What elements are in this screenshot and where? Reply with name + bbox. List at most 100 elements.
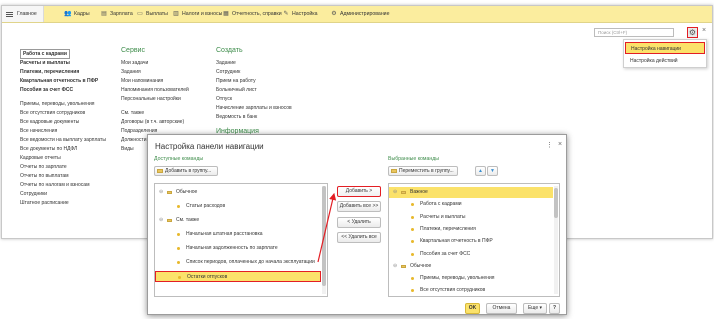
tree-group-row[interactable]: ⊖ Обычное (389, 261, 553, 272)
nav-link[interactable]: Кадровые отчеты (20, 154, 106, 163)
nav-link[interactable]: Все отсутствия сотрудников (20, 109, 106, 118)
nav-link[interactable]: Отчеты по зарплате (20, 163, 106, 172)
nav-link[interactable]: Напоминания пользователей (121, 86, 189, 95)
nav-link[interactable]: Все кадровые документы (20, 118, 106, 127)
move-up-button[interactable]: ▲ (475, 166, 486, 176)
tab-7[interactable]: ✎ Настройка (282, 6, 317, 22)
tree-label: Приемы, переводы, увольнения (420, 275, 495, 282)
scrollbar[interactable] (322, 186, 326, 294)
tab-4[interactable]: ▭ Выплаты (136, 6, 168, 22)
nav-link-bold[interactable]: Пособия за счет ФСС (20, 86, 106, 95)
ok-button[interactable]: OK (465, 303, 480, 314)
tree-item-row[interactable]: Статьи расходов (155, 201, 321, 212)
tree-item-row[interactable]: Начальная задолженность по зарплате (155, 243, 321, 254)
nav-link[interactable]: Отпуск (216, 95, 292, 104)
tree-item-row[interactable]: Приемы, переводы, увольнения (389, 273, 553, 284)
nav-link[interactable]: Все ведомости на выплату зарплаты (20, 136, 106, 145)
more-vertical-icon[interactable]: ⋮ (546, 141, 553, 149)
nav-link[interactable]: Все начисления (20, 127, 106, 136)
tree-item-row[interactable]: Все отсутствия сотрудников (389, 285, 553, 296)
nav-link[interactable]: Больничный лист (216, 86, 292, 95)
report-icon: ▦ (223, 11, 229, 17)
settings-gear-button[interactable]: ⚙ (687, 27, 698, 38)
tree-label: Платежи, перечисления (420, 225, 476, 232)
command-icon (411, 289, 414, 293)
more-actions-button[interactable]: Еще ▾ (523, 303, 547, 314)
nav-link[interactable]: Отчеты по выплатам (20, 172, 106, 181)
gear-icon: ⚙ (331, 11, 337, 17)
nav-link[interactable]: Отчеты по налогам и взносам (20, 181, 106, 190)
nav-link[interactable]: Штатное расписание (20, 199, 106, 208)
tab-3[interactable]: ▤ Зарплата (100, 6, 133, 22)
tree-group-row[interactable]: ⊖ Важное (389, 187, 553, 198)
nav-link[interactable]: Прием на работу (216, 77, 292, 86)
nav-link[interactable]: Приемы, переводы, увольнения (20, 100, 106, 109)
nav-link[interactable]: Ведомость в банк (216, 113, 292, 122)
nav-link[interactable]: Сотрудник (216, 68, 292, 77)
close-icon[interactable]: × (558, 141, 562, 148)
tree-item-row[interactable]: Начальная штатная расстановка (155, 229, 321, 240)
tab-2[interactable]: 👥 Кадры (64, 6, 89, 22)
tree-item-row[interactable]: Пособия за счет ФСС (389, 249, 553, 260)
remove-all-button[interactable]: << Удалить все (337, 232, 381, 243)
tree-item-row[interactable]: Расчеты и выплаты (389, 212, 553, 223)
menu-item-action-settings[interactable]: Настройка действий (625, 55, 705, 67)
nav-link[interactable]: Мои напоминания (121, 77, 189, 86)
nav-link[interactable]: Сотрудники (20, 190, 106, 199)
tree-item-row[interactable]: Работа с кадрами (389, 199, 553, 210)
close-icon[interactable]: × (702, 27, 706, 34)
command-icon (411, 215, 414, 219)
command-icon (177, 261, 180, 264)
cancel-button[interactable]: Отмена (486, 303, 517, 314)
arrow-down-icon: ▼ (490, 168, 495, 174)
tab-1[interactable]: Главное (2, 6, 44, 22)
nav-link-bold[interactable]: Квартальная отчетность в ПФР (20, 77, 106, 86)
selected-commands-list[interactable]: ⊖ Важное Работа с кадрами Расчеты и выплаты… (388, 183, 560, 297)
scrollbar[interactable] (554, 186, 558, 294)
collapse-icon[interactable]: ⊖ (393, 261, 397, 272)
nav-link[interactable]: Начисление зарплаты и взносов (216, 104, 292, 113)
folder-icon (401, 191, 406, 194)
arrow-up-icon: ▲ (478, 168, 483, 174)
tree-item-row[interactable]: Квартальная отчетность в ПФР (389, 236, 553, 247)
add-button[interactable]: Добавить > (337, 186, 381, 197)
tree-label: Работа с кадрами (420, 201, 462, 208)
scroll-thumb[interactable] (322, 186, 326, 286)
tab-8[interactable]: ⚙ Администрирование (330, 6, 389, 22)
help-button[interactable]: ? (549, 303, 560, 314)
nav-link[interactable]: Задание (216, 59, 292, 68)
nav-link[interactable]: Мои задачи (121, 59, 189, 68)
collapse-icon[interactable]: ⊖ (159, 215, 163, 226)
remove-button[interactable]: < Удалить (337, 217, 381, 228)
scroll-thumb[interactable] (554, 188, 558, 218)
collapse-icon[interactable]: ⊖ (159, 187, 163, 198)
tree-item-row[interactable]: Остатки отпусков (155, 271, 321, 282)
command-icon (411, 227, 414, 231)
tree-label: Расчеты и выплаты (420, 213, 466, 220)
menu-item-navigation-settings[interactable]: Настройка навигации (625, 42, 705, 54)
chevron-down-icon: ▾ (539, 305, 543, 311)
move-to-group-button[interactable]: Переместить в группу... (388, 166, 458, 176)
nav-link[interactable]: Все документы по НДФЛ (20, 145, 106, 154)
tree-label: Остатки отпусков (187, 274, 228, 280)
nav-link-bold[interactable]: Платежи, перечисления (20, 68, 106, 77)
nav-link[interactable]: Персональные настройки (121, 95, 189, 104)
tree-group-row[interactable]: ⊖ Обычное (155, 187, 321, 198)
nav-link[interactable]: Договоры (в т.ч. авторские) (121, 118, 189, 127)
nav-link[interactable]: Задания (121, 68, 189, 77)
nav-link-bold[interactable]: Расчеты и выплаты (20, 59, 106, 68)
tree-group-row[interactable]: ⊖ См. также (155, 215, 321, 226)
tree-label: Все отсутствия сотрудников (420, 287, 486, 294)
tree-item-row[interactable]: Список периодов, оплаченных до начала эк… (155, 257, 321, 268)
nav-link-bold[interactable]: Работа с кадрами (20, 49, 106, 59)
search-input[interactable]: Поиск (Ctrl+F) (594, 28, 674, 37)
available-commands-list[interactable]: ⊖ Обычное Статьи расходов ⊖ См. также Начальн… (154, 183, 328, 297)
tab-6[interactable]: ▦ Отчетность, справки (222, 6, 281, 22)
tab-5[interactable]: ▥ Налоги и взносы (172, 6, 222, 22)
move-down-button[interactable]: ▼ (487, 166, 498, 176)
add-to-group-button[interactable]: Добавить в группу... (154, 166, 218, 176)
tab-label: Выплаты (146, 11, 168, 17)
collapse-icon[interactable]: ⊖ (393, 187, 397, 198)
add-all-button[interactable]: Добавить все >> (337, 201, 381, 212)
tree-item-row[interactable]: Платежи, перечисления (389, 224, 553, 235)
